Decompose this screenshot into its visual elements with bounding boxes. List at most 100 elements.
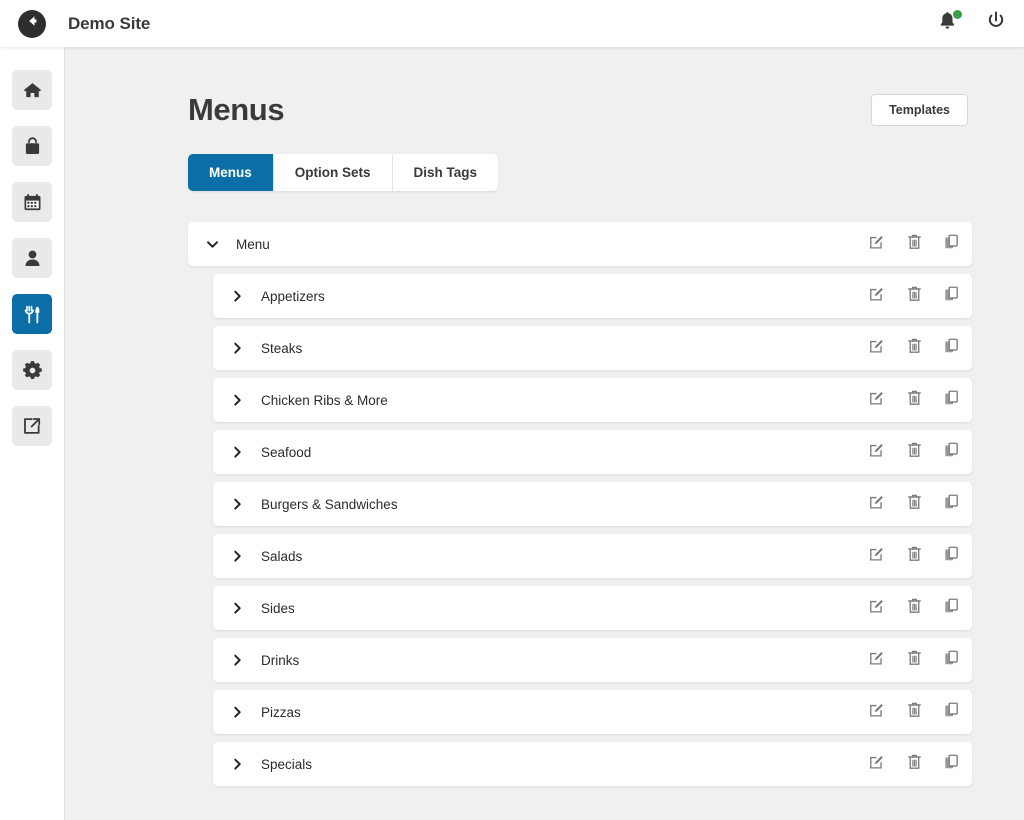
sidebar-item-home[interactable] xyxy=(12,70,52,110)
chevron-down-icon[interactable] xyxy=(194,238,230,251)
menu-category-row[interactable]: Steaks xyxy=(213,326,972,370)
chevron-right-icon[interactable] xyxy=(219,290,255,303)
row-actions xyxy=(869,338,959,359)
duplicate-button[interactable] xyxy=(944,494,959,515)
row-label: Specials xyxy=(261,756,313,772)
chevron-right-icon[interactable] xyxy=(219,446,255,459)
tab-menus[interactable]: Menus xyxy=(188,154,274,191)
trash-icon xyxy=(907,494,922,515)
sidebar-item-customers[interactable] xyxy=(12,238,52,278)
edit-button[interactable] xyxy=(869,546,885,567)
row-label: Drinks xyxy=(261,652,300,668)
duplicate-button[interactable] xyxy=(944,390,959,411)
delete-button[interactable] xyxy=(907,338,922,359)
notifications-button[interactable] xyxy=(939,10,962,36)
chevron-right-icon[interactable] xyxy=(219,550,255,563)
edit-button[interactable] xyxy=(869,494,885,515)
edit-button[interactable] xyxy=(869,338,885,359)
edit-icon xyxy=(869,702,885,723)
row-label: Burgers & Sandwiches xyxy=(261,496,398,512)
row-label: Chicken Ribs & More xyxy=(261,392,388,408)
edit-button[interactable] xyxy=(869,442,885,463)
copy-icon xyxy=(944,754,959,775)
chevron-right-icon[interactable] xyxy=(219,758,255,771)
menu-category-row[interactable]: Drinks xyxy=(213,638,972,682)
power-button[interactable] xyxy=(986,11,1006,36)
tab-dish-tags[interactable]: Dish Tags xyxy=(392,154,499,191)
edit-button[interactable] xyxy=(869,754,885,775)
duplicate-button[interactable] xyxy=(944,754,959,775)
menu-category-row[interactable]: Seafood xyxy=(213,430,972,474)
chevron-right-icon[interactable] xyxy=(219,654,255,667)
duplicate-button[interactable] xyxy=(944,286,959,307)
duplicate-button[interactable] xyxy=(944,338,959,359)
delete-button[interactable] xyxy=(907,754,922,775)
menu-list: Menu Appetizers Steaks Chicken Ribs & More S… xyxy=(65,222,1024,786)
chevron-right-icon[interactable] xyxy=(219,394,255,407)
templates-button[interactable]: Templates xyxy=(871,94,968,126)
edit-icon xyxy=(869,286,885,307)
delete-button[interactable] xyxy=(907,650,922,671)
menu-row[interactable]: Menu xyxy=(188,222,972,266)
duplicate-button[interactable] xyxy=(944,598,959,619)
delete-button[interactable] xyxy=(907,598,922,619)
edit-icon xyxy=(869,494,885,515)
edit-button[interactable] xyxy=(869,234,885,255)
menu-category-row[interactable]: Sides xyxy=(213,586,972,630)
chevron-right-icon[interactable] xyxy=(219,342,255,355)
row-actions xyxy=(869,754,959,775)
edit-button[interactable] xyxy=(869,650,885,671)
edit-icon xyxy=(869,442,885,463)
duplicate-button[interactable] xyxy=(944,546,959,567)
menu-category-row[interactable]: Pizzas xyxy=(213,690,972,734)
external-link-icon xyxy=(23,417,41,435)
power-icon xyxy=(986,11,1006,36)
row-label: Appetizers xyxy=(261,288,325,304)
edit-button[interactable] xyxy=(869,390,885,411)
user-icon xyxy=(24,249,41,268)
copy-icon xyxy=(944,442,959,463)
delete-button[interactable] xyxy=(907,494,922,515)
row-actions xyxy=(869,650,959,671)
delete-button[interactable] xyxy=(907,546,922,567)
trash-icon xyxy=(907,338,922,359)
chevron-right-icon[interactable] xyxy=(219,498,255,511)
delete-button[interactable] xyxy=(907,442,922,463)
copy-icon xyxy=(944,390,959,411)
delete-button[interactable] xyxy=(907,286,922,307)
sidebar-item-open-site[interactable] xyxy=(12,406,52,446)
sidebar-item-orders[interactable] xyxy=(12,126,52,166)
site-title: Demo Site xyxy=(68,13,151,33)
menu-category-row[interactable]: Burgers & Sandwiches xyxy=(213,482,972,526)
duplicate-button[interactable] xyxy=(944,442,959,463)
sidebar-item-bookings[interactable] xyxy=(12,182,52,222)
menu-category-row[interactable]: Salads xyxy=(213,534,972,578)
trash-icon xyxy=(907,702,922,723)
edit-button[interactable] xyxy=(869,598,885,619)
back-button[interactable] xyxy=(18,9,46,38)
duplicate-button[interactable] xyxy=(944,234,959,255)
chevron-right-icon[interactable] xyxy=(219,602,255,615)
arrow-circle-left-icon xyxy=(24,13,40,34)
duplicate-button[interactable] xyxy=(944,702,959,723)
row-label: Seafood xyxy=(261,444,312,460)
shopping-bag-icon xyxy=(24,136,41,156)
delete-button[interactable] xyxy=(907,234,922,255)
delete-button[interactable] xyxy=(907,702,922,723)
chevron-right-icon[interactable] xyxy=(219,706,255,719)
edit-button[interactable] xyxy=(869,702,885,723)
tab-option-sets[interactable]: Option Sets xyxy=(273,154,393,191)
menu-category-row[interactable]: Specials xyxy=(213,742,972,786)
sidebar-item-menus[interactable] xyxy=(12,294,52,334)
tab-bar: Menus Option Sets Dish Tags xyxy=(188,154,499,191)
menu-category-row[interactable]: Appetizers xyxy=(213,274,972,318)
delete-button[interactable] xyxy=(907,390,922,411)
sidebar-item-settings[interactable] xyxy=(12,350,52,390)
edit-button[interactable] xyxy=(869,286,885,307)
menu-category-row[interactable]: Chicken Ribs & More xyxy=(213,378,972,422)
trash-icon xyxy=(907,754,922,775)
copy-icon xyxy=(944,598,959,619)
copy-icon xyxy=(944,338,959,359)
row-actions xyxy=(869,546,959,567)
duplicate-button[interactable] xyxy=(944,650,959,671)
